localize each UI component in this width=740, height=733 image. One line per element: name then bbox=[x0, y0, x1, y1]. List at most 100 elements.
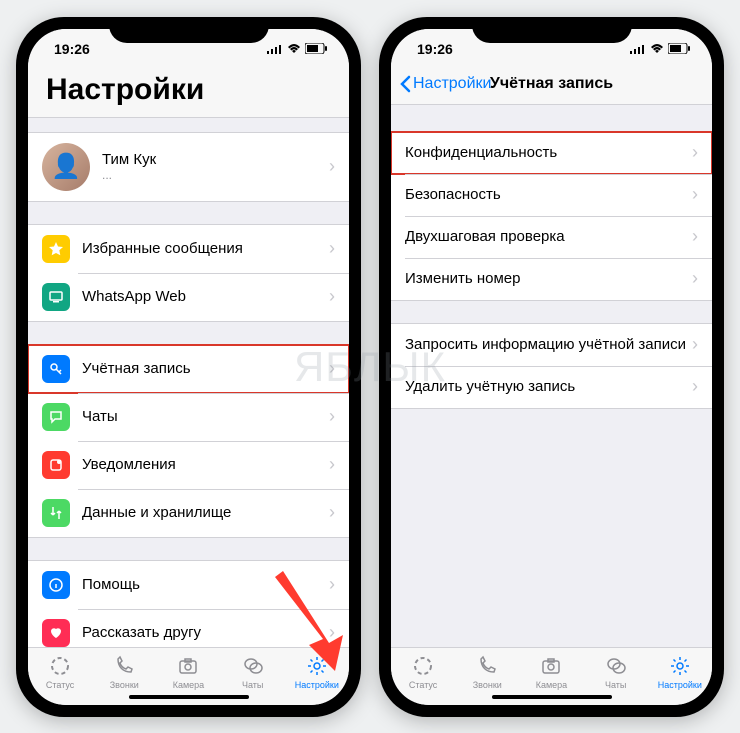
tab-label: Статус bbox=[46, 680, 74, 690]
page-title: Учётная запись bbox=[490, 75, 613, 93]
gear-icon bbox=[668, 654, 692, 678]
star-icon bbox=[42, 235, 70, 263]
desktop-icon bbox=[42, 283, 70, 311]
row-change-number[interactable]: Изменить номер › bbox=[391, 258, 712, 300]
chevron-icon: › bbox=[692, 376, 698, 397]
tab-label: Настройки bbox=[295, 680, 339, 690]
status-icon bbox=[411, 654, 435, 678]
page-title: Настройки bbox=[46, 73, 204, 107]
phone-frame-left: 19:26 Настройки 👤 Тим Кук ... › bbox=[16, 17, 361, 717]
tab-label: Статус bbox=[409, 680, 437, 690]
camera-icon bbox=[176, 654, 200, 678]
phone-icon bbox=[112, 654, 136, 678]
row-label: Чаты bbox=[82, 408, 329, 425]
row-security[interactable]: Безопасность › bbox=[391, 174, 712, 216]
nav-bar: Настройки Учётная запись bbox=[391, 69, 712, 105]
chevron-icon: › bbox=[692, 334, 698, 355]
group-settings: Учётная запись › Чаты › Уведомления › Да… bbox=[28, 344, 349, 538]
chevron-left-icon bbox=[399, 75, 411, 93]
key-icon bbox=[42, 355, 70, 383]
avatar: 👤 bbox=[42, 143, 90, 191]
status-icons bbox=[630, 43, 690, 54]
profile-name: Тим Кук bbox=[102, 151, 329, 168]
wifi-icon bbox=[650, 44, 664, 54]
tab-label: Звонки bbox=[110, 680, 139, 690]
tab-label: Чаты bbox=[242, 680, 263, 690]
row-label: Учётная запись bbox=[82, 360, 329, 377]
data-icon bbox=[42, 499, 70, 527]
chats-icon bbox=[241, 654, 265, 678]
tab-camera[interactable]: Камера bbox=[156, 654, 220, 690]
heart-icon bbox=[42, 619, 70, 647]
status-time: 19:26 bbox=[417, 41, 453, 57]
row-whatsapp-web[interactable]: WhatsApp Web › bbox=[28, 273, 349, 321]
tab-status[interactable]: Статус bbox=[28, 654, 92, 690]
row-label: Удалить учётную запись bbox=[405, 378, 692, 395]
row-label: Избранные сообщения bbox=[82, 240, 329, 257]
tab-label: Камера bbox=[173, 680, 204, 690]
phone-frame-right: 19:26 Настройки Учётная запись Конфиденц… bbox=[379, 17, 724, 717]
row-label: Изменить номер bbox=[405, 270, 692, 287]
screen-right: 19:26 Настройки Учётная запись Конфиденц… bbox=[391, 29, 712, 705]
group-account-2: Запросить информацию учётной записи › Уд… bbox=[391, 323, 712, 409]
row-notifications[interactable]: Уведомления › bbox=[28, 441, 349, 489]
status-icon bbox=[48, 654, 72, 678]
notification-icon bbox=[42, 451, 70, 479]
home-indicator[interactable] bbox=[492, 695, 612, 699]
row-privacy[interactable]: Конфиденциальность › bbox=[391, 132, 712, 174]
chevron-icon: › bbox=[329, 238, 335, 259]
tab-label: Чаты bbox=[605, 680, 626, 690]
row-account[interactable]: Учётная запись › bbox=[28, 345, 349, 393]
chevron-icon: › bbox=[329, 156, 335, 177]
row-label: Безопасность bbox=[405, 186, 692, 203]
chevron-icon: › bbox=[329, 406, 335, 427]
tab-label: Камера bbox=[536, 680, 567, 690]
nav-bar: Настройки bbox=[28, 69, 349, 118]
row-data[interactable]: Данные и хранилище › bbox=[28, 489, 349, 537]
chevron-icon: › bbox=[692, 184, 698, 205]
back-button[interactable]: Настройки bbox=[399, 75, 491, 93]
row-label: Данные и хранилище bbox=[82, 504, 329, 521]
home-indicator[interactable] bbox=[129, 695, 249, 699]
battery-icon bbox=[668, 43, 690, 54]
back-label: Настройки bbox=[413, 75, 491, 93]
tab-camera[interactable]: Камера bbox=[519, 654, 583, 690]
tab-label: Звонки bbox=[473, 680, 502, 690]
row-label: Запросить информацию учётной записи bbox=[405, 336, 692, 353]
tab-label: Настройки bbox=[658, 680, 702, 690]
content[interactable]: Конфиденциальность › Безопасность › Двух… bbox=[391, 105, 712, 647]
row-starred[interactable]: Избранные сообщения › bbox=[28, 225, 349, 273]
status-time: 19:26 bbox=[54, 41, 90, 57]
chevron-icon: › bbox=[692, 268, 698, 289]
row-two-step[interactable]: Двухшаговая проверка › bbox=[391, 216, 712, 258]
arrow-annotation bbox=[265, 567, 355, 677]
signal-icon bbox=[630, 44, 646, 54]
notch bbox=[472, 17, 632, 43]
chats-icon bbox=[604, 654, 628, 678]
chat-icon bbox=[42, 403, 70, 431]
tab-calls[interactable]: Звонки bbox=[92, 654, 156, 690]
chevron-icon: › bbox=[329, 454, 335, 475]
profile-row[interactable]: 👤 Тим Кук ... › bbox=[28, 133, 349, 201]
wifi-icon bbox=[287, 44, 301, 54]
chevron-icon: › bbox=[692, 142, 698, 163]
row-request-info[interactable]: Запросить информацию учётной записи › bbox=[391, 324, 712, 366]
group-shortcuts: Избранные сообщения › WhatsApp Web › bbox=[28, 224, 349, 322]
signal-icon bbox=[267, 44, 283, 54]
chevron-icon: › bbox=[329, 502, 335, 523]
chevron-icon: › bbox=[692, 226, 698, 247]
notch bbox=[109, 17, 269, 43]
row-label: Двухшаговая проверка bbox=[405, 228, 692, 245]
profile-group: 👤 Тим Кук ... › bbox=[28, 132, 349, 202]
tab-chats[interactable]: Чаты bbox=[584, 654, 648, 690]
tab-settings[interactable]: Настройки bbox=[648, 654, 712, 690]
row-label: WhatsApp Web bbox=[82, 288, 329, 305]
tab-status[interactable]: Статус bbox=[391, 654, 455, 690]
profile-sub: ... bbox=[102, 168, 329, 182]
info-icon bbox=[42, 571, 70, 599]
row-delete-account[interactable]: Удалить учётную запись › bbox=[391, 366, 712, 408]
tab-calls[interactable]: Звонки bbox=[455, 654, 519, 690]
row-chats[interactable]: Чаты › bbox=[28, 393, 349, 441]
status-icons bbox=[267, 43, 327, 54]
group-account-1: Конфиденциальность › Безопасность › Двух… bbox=[391, 131, 712, 301]
